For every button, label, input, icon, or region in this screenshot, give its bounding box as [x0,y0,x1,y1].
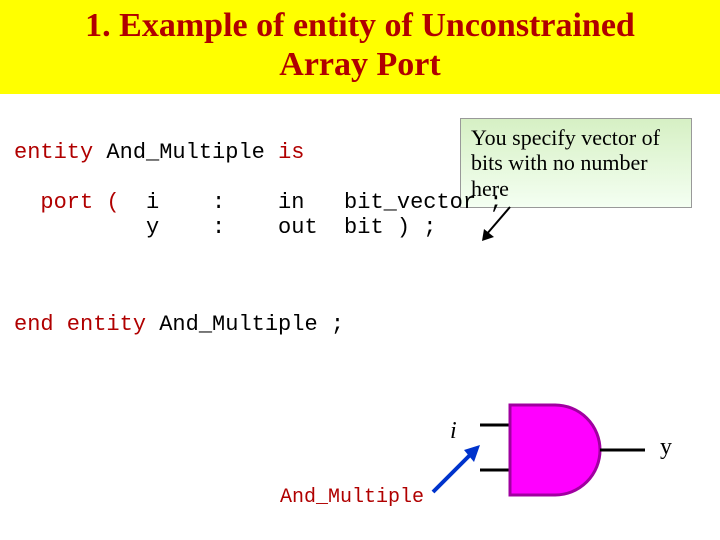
input-label: i [450,418,457,445]
title-bar: 1. Example of entity of Unconstrained Ar… [0,0,720,94]
gate-name-label: And_Multiple [280,486,424,509]
title-line-2: Array Port [279,46,440,83]
kw-end-entity: end entity [14,312,146,337]
and-gate-icon [480,400,650,500]
code-name: And_Multiple [93,140,278,165]
slide-title: 1. Example of entity of Unconstrained Ar… [10,6,710,84]
kw-port: port ( [14,190,120,215]
code-block: entity And_Multiple is port ( i : in bit… [14,140,503,240]
code-end-name: And_Multiple ; [146,312,344,337]
output-label: y [660,434,672,461]
kw-entity: entity [14,140,93,165]
code-end-line: end entity And_Multiple ; [14,312,344,337]
code-port-y: y : out bit ) ; [14,215,436,240]
kw-is: is [278,140,304,165]
title-line-1: 1. Example of entity of Unconstrained [85,7,635,44]
code-port-i: i : in bit_vector ; [120,190,503,215]
input-arrow-icon [428,442,488,497]
